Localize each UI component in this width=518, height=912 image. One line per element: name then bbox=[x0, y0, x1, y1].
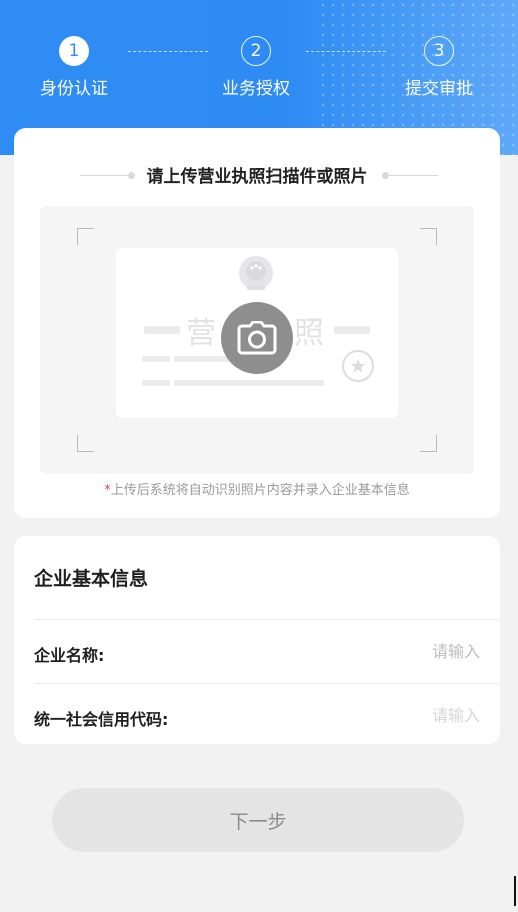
step-label: 业务授权 bbox=[222, 79, 290, 99]
row-divider bbox=[34, 619, 500, 620]
scan-corner-bottom-right bbox=[420, 435, 437, 452]
step-identity-verification: 1 身份认证 bbox=[14, 36, 134, 99]
step-number-badge: 3 bbox=[424, 36, 454, 66]
license-placeholder-bar bbox=[142, 356, 170, 362]
license-upload-card: 请上传营业执照扫描件或照片 营 照 *上传后系统将自动识别照片内容并录入企业基本… bbox=[14, 128, 500, 518]
license-placeholder-bar bbox=[334, 326, 370, 334]
step-number-badge: 2 bbox=[241, 36, 271, 66]
credit-code-label: 统一社会信用代码: bbox=[34, 710, 169, 729]
company-name-label: 企业名称: bbox=[34, 646, 105, 665]
page: 1 身份认证 2 业务授权 3 提交审批 请上传营业执照扫描件或照片 营 照 *… bbox=[0, 0, 518, 912]
title-divider-right bbox=[386, 175, 438, 176]
license-placeholder-bar bbox=[174, 356, 230, 362]
license-placeholder-bar bbox=[142, 380, 170, 386]
scan-corner-top-left bbox=[77, 228, 94, 245]
stamp-icon bbox=[342, 350, 374, 382]
next-step-button[interactable]: 下一步 bbox=[52, 788, 464, 852]
step-number-badge: 1 bbox=[59, 36, 89, 66]
license-title-char: 营 bbox=[186, 316, 216, 351]
license-placeholder-bar bbox=[174, 380, 324, 386]
upload-hint-text: 上传后系统将自动识别照片内容并录入企业基本信息 bbox=[110, 483, 410, 498]
step-label: 提交审批 bbox=[405, 79, 473, 99]
step-business-authorization: 2 业务授权 bbox=[196, 36, 316, 99]
stepper: 1 身份认证 2 业务授权 3 提交审批 bbox=[0, 36, 518, 116]
step-submit-approval: 3 提交审批 bbox=[379, 36, 499, 99]
company-info-title: 企业基本信息 bbox=[34, 568, 149, 590]
license-placeholder-bar bbox=[144, 326, 180, 334]
credit-code-input[interactable] bbox=[280, 706, 480, 725]
step-label: 身份认证 bbox=[40, 79, 108, 99]
upload-hint: *上传后系统将自动识别照片内容并录入企业基本信息 bbox=[14, 479, 500, 498]
row-divider bbox=[34, 683, 500, 684]
step-connector bbox=[306, 51, 386, 52]
scan-corner-bottom-left bbox=[77, 435, 94, 452]
company-info-card: 企业基本信息 企业名称: 统一社会信用代码: bbox=[14, 536, 500, 744]
camera-upload-button[interactable] bbox=[221, 302, 293, 374]
company-name-input[interactable] bbox=[280, 642, 480, 661]
camera-icon bbox=[237, 321, 277, 355]
scan-corner-top-right bbox=[420, 228, 437, 245]
text-cursor bbox=[514, 876, 516, 906]
license-title-char: 照 bbox=[294, 316, 324, 351]
national-emblem-icon bbox=[239, 256, 273, 290]
license-upload-area[interactable]: 营 照 bbox=[40, 206, 474, 474]
